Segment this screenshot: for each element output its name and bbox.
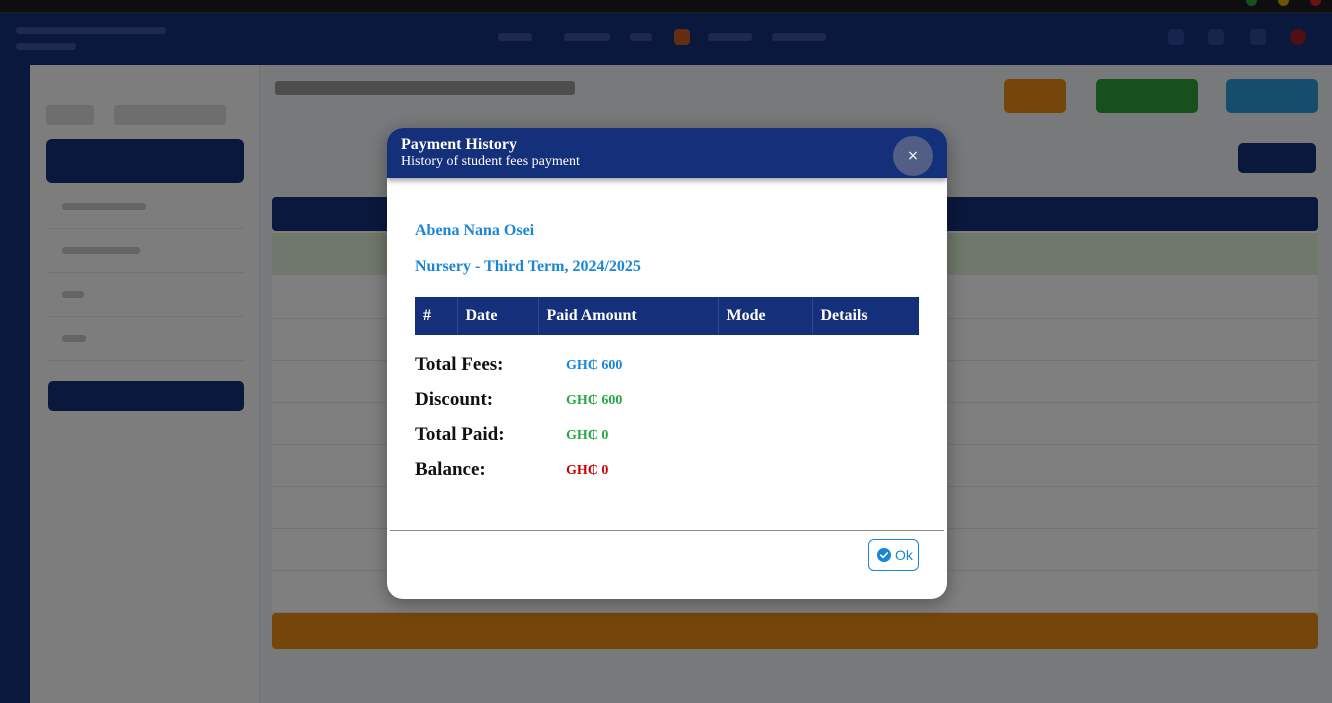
- ok-button-label: Ok: [895, 547, 913, 563]
- payment-table: # Date Paid Amount Mode Details: [415, 297, 919, 335]
- balance-label: Balance:: [415, 459, 486, 480]
- student-name: Abena Nana Osei: [415, 222, 535, 239]
- close-icon: ×: [907, 148, 919, 164]
- ok-button[interactable]: Ok: [868, 539, 919, 571]
- modal-divider: [390, 530, 944, 531]
- column-header-paid-amount: Paid Amount: [537, 297, 718, 335]
- payment-history-modal: Payment History History of student fees …: [387, 128, 947, 599]
- modal-title: Payment History: [401, 136, 517, 153]
- column-header-details: Details: [811, 297, 919, 335]
- modal-header: Payment History History of student fees …: [387, 128, 947, 178]
- column-header-mode: Mode: [717, 297, 812, 335]
- balance-value: GH₵ 0: [566, 463, 609, 478]
- modal-subtitle: History of student fees payment: [401, 154, 580, 169]
- payment-table-header: # Date Paid Amount Mode Details: [415, 297, 919, 335]
- discount-value: GH₵ 600: [566, 393, 623, 408]
- total-paid-value: GH₵ 0: [566, 428, 609, 443]
- total-paid-label: Total Paid:: [415, 424, 505, 445]
- column-header-number: #: [415, 297, 457, 335]
- total-fees-value: GH₵ 600: [566, 358, 623, 373]
- discount-label: Discount:: [415, 389, 494, 410]
- close-button[interactable]: ×: [893, 136, 933, 176]
- class-term: Nursery - Third Term, 2024/2025: [415, 258, 641, 275]
- total-fees-label: Total Fees:: [415, 354, 504, 375]
- column-header-date: Date: [456, 297, 538, 335]
- check-circle-icon: [877, 548, 891, 562]
